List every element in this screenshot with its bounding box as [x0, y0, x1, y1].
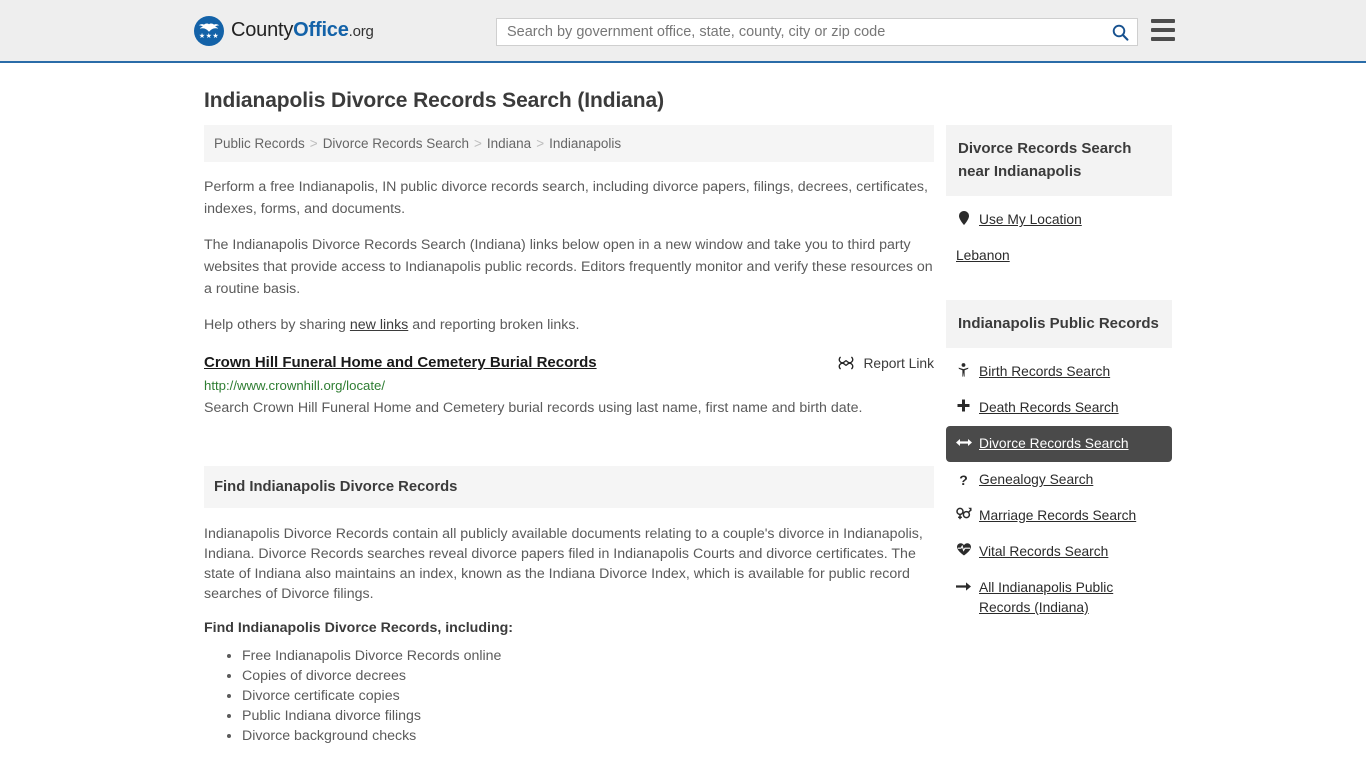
- breadcrumb: Public Records > Divorce Records Search > In…: [204, 125, 934, 162]
- breadcrumb-separator: >: [309, 136, 318, 151]
- breadcrumb-item-indiana[interactable]: Indiana: [487, 136, 531, 151]
- stars-glyph: ★★★: [198, 32, 220, 40]
- breadcrumb-separator: >: [474, 136, 482, 151]
- report-link-button[interactable]: Report Link: [838, 354, 934, 371]
- logo-text-org: .org: [348, 23, 374, 40]
- hamburger-bar: [1151, 19, 1175, 23]
- help-prefix: Help others by sharing: [204, 317, 350, 333]
- sidebar-item-label: Lebanon: [956, 248, 1010, 263]
- page-title: Indianapolis Divorce Records Search (Ind…: [204, 89, 664, 112]
- description-paragraph: The Indianapolis Divorce Records Search …: [204, 237, 933, 297]
- cross-icon: [956, 398, 971, 417]
- sidebar-item-label: Death Records Search: [979, 400, 1119, 415]
- sidebar-item-label: Vital Records Search: [979, 544, 1109, 559]
- breadcrumb-separator: >: [536, 136, 545, 151]
- new-links-link[interactable]: new links: [350, 317, 408, 333]
- sidebar-item-all-public-records[interactable]: All Indianapolis Public Records (Indiana…: [946, 570, 1172, 626]
- find-records-section-header: Find Indianapolis Divorce Records: [204, 466, 934, 508]
- eagle-glyph: [198, 23, 220, 32]
- sidebar-item-marriage-records-search[interactable]: Marriage Records Search: [946, 498, 1172, 534]
- hamburger-bar: [1151, 28, 1175, 32]
- baby-icon: [956, 362, 971, 382]
- search-input[interactable]: [497, 19, 1103, 45]
- sidebar-item-vital-records-search[interactable]: Vital Records Search: [946, 534, 1172, 570]
- logo-text-county: County: [231, 19, 294, 41]
- help-suffix: and reporting broken links.: [408, 317, 580, 333]
- sidebar-item-genealogy-search[interactable]: ? Genealogy Search: [946, 462, 1172, 498]
- sidebar-item-label: Use My Location: [979, 212, 1082, 227]
- sidebar-item-label: Marriage Records Search: [979, 508, 1137, 523]
- sidebar: Divorce Records Search near Indianapolis…: [946, 125, 1172, 626]
- result-header: Crown Hill Funeral Home and Cemetery Bur…: [204, 354, 934, 371]
- search-button[interactable]: [1103, 19, 1137, 45]
- report-link-label: Report Link: [863, 355, 934, 371]
- records-bullet-list: Free Indianapolis Divorce Records online…: [204, 646, 934, 746]
- sidebar-item-birth-records-search[interactable]: Birth Records Search: [946, 354, 1172, 390]
- section-heading: Find Indianapolis Divorce Records: [214, 479, 458, 495]
- breadcrumb-item-divorce-records-search[interactable]: Divorce Records Search: [323, 136, 469, 151]
- breadcrumb-item-indianapolis[interactable]: Indianapolis: [549, 136, 621, 151]
- venus-mars-glyph: [956, 507, 972, 520]
- result-url: http://www.crownhill.org/locate/: [204, 378, 386, 393]
- intro-paragraph: Perform a free Indianapolis, IN public d…: [204, 179, 928, 217]
- question-mark-icon: ?: [959, 472, 968, 488]
- sidebar-item-label: Genealogy Search: [979, 472, 1094, 487]
- sidebar-item-label: All Indianapolis Public Records (Indiana…: [979, 580, 1114, 615]
- cross-glyph: [957, 399, 970, 412]
- sidebar-nearby-list: Use My Location Lebanon: [946, 196, 1172, 274]
- hamburger-bar: [1151, 37, 1175, 41]
- sidebar-public-records-block: Indianapolis Public Records Birth Record…: [946, 300, 1172, 626]
- site-header: ★★★ CountyOffice.org: [0, 0, 1366, 63]
- result-title-link[interactable]: Crown Hill Funeral Home and Cemetery Bur…: [204, 354, 597, 371]
- sidebar-item-death-records-search[interactable]: Death Records Search: [946, 390, 1172, 426]
- list-item: Divorce certificate copies: [242, 686, 934, 706]
- sidebar-item-lebanon[interactable]: Lebanon: [946, 238, 1172, 274]
- sidebar-item-label: Divorce Records Search: [979, 436, 1129, 451]
- content-row: Public Records > Divorce Records Search > In…: [204, 125, 1172, 746]
- list-item: Free Indianapolis Divorce Records online: [242, 646, 934, 666]
- sidebar-public-records-list: Birth Records Search Death Records Searc…: [946, 348, 1172, 626]
- search-bar[interactable]: [496, 18, 1138, 46]
- broken-link-icon: [838, 356, 854, 370]
- map-pin-glyph: [958, 211, 969, 225]
- main-column: Public Records > Divorce Records Search > In…: [204, 125, 934, 746]
- hamburger-menu-icon[interactable]: [1151, 19, 1175, 41]
- search-icon: [1112, 24, 1128, 41]
- result-description: Search Crown Hill Funeral Home and Cemet…: [204, 400, 863, 416]
- sidebar-item-divorce-records-search[interactable]: Divorce Records Search: [946, 426, 1172, 462]
- baby-glyph: [958, 363, 969, 377]
- section-subheading: Find Indianapolis Divorce Records, inclu…: [204, 620, 514, 636]
- sidebar-item-use-my-location[interactable]: Use My Location: [946, 202, 1172, 238]
- sidebar-public-records-heading: Indianapolis Public Records: [946, 300, 1172, 348]
- breadcrumb-item-public-records[interactable]: Public Records: [214, 136, 305, 151]
- arrow-right-glyph: [956, 582, 971, 591]
- site-logo[interactable]: ★★★ CountyOffice.org: [194, 15, 374, 46]
- arrows-left-right-glyph: [956, 439, 972, 446]
- sidebar-nearby-heading: Divorce Records Search near Indianapolis: [946, 125, 1172, 196]
- heartbeat-icon: [956, 542, 971, 561]
- arrows-left-right-icon: [956, 434, 972, 453]
- sidebar-item-label: Birth Records Search: [979, 364, 1111, 379]
- page-body: Indianapolis Divorce Records Search (Ind…: [0, 63, 1366, 746]
- list-item: Public Indiana divorce filings: [242, 706, 934, 726]
- logo-text-office: Office: [293, 19, 349, 41]
- logo-text: CountyOffice.org: [231, 19, 374, 42]
- result-item: Crown Hill Funeral Home and Cemetery Bur…: [204, 354, 934, 420]
- eagle-seal-icon: ★★★: [194, 15, 224, 46]
- heartbeat-glyph: [956, 543, 971, 556]
- section-body-text: Indianapolis Divorce Records contain all…: [204, 526, 923, 602]
- help-paragraph: Help others by sharing new links and rep…: [204, 314, 934, 336]
- arrow-right-icon: [956, 578, 971, 597]
- venus-mars-icon: [956, 506, 972, 525]
- map-pin-icon: [956, 210, 971, 230]
- list-item: Copies of divorce decrees: [242, 666, 934, 686]
- list-item: Divorce background checks: [242, 726, 934, 746]
